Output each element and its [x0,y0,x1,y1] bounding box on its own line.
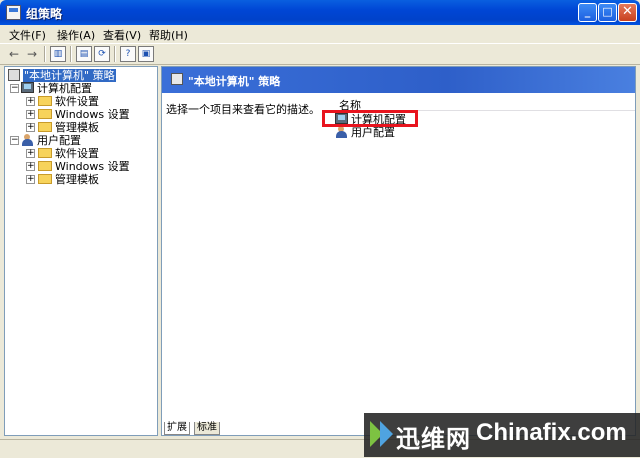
details-header: "本地计算机" 策略 [162,67,635,93]
menu-view[interactable]: 查看(V) [103,27,141,43]
tree-node-label: 软件设置 [55,147,99,160]
properties-icon[interactable]: ▤ [76,46,92,62]
watermark: 迅维网 Chinafix.com [364,413,640,457]
chinafix-logo-icon [370,421,394,447]
list-item-label: 用户配置 [351,126,395,139]
collapse-toggle[interactable]: − [10,84,19,93]
tree-node-computer-config[interactable]: 计算机配置 [21,82,92,95]
folder-icon [38,109,52,119]
toolbar-separator [114,46,116,62]
forward-arrow-icon[interactable]: → [24,46,40,62]
details-pane: "本地计算机" 策略 选择一个项目来查看它的描述。 名称 计算机配置 用户配置 [161,66,636,436]
folder-icon [38,122,52,132]
menu-help[interactable]: 帮助(H) [149,27,188,43]
tree-node-user-config[interactable]: 用户配置 [21,134,81,147]
policy-icon [171,73,183,85]
description-text: 选择一个项目来查看它的描述。 [166,103,320,116]
tree-node-label: 用户配置 [37,134,81,147]
tree-node-label: 管理模板 [55,173,99,186]
expand-toggle[interactable]: + [26,149,35,158]
menu-file[interactable]: 文件(F) [9,27,46,43]
tree-node-label: 管理模板 [55,121,99,134]
menu-action[interactable]: 操作(A) [57,27,95,43]
back-arrow-icon[interactable]: ← [6,46,22,62]
tab-standard[interactable]: 标准 [194,422,220,435]
window-title: 组策略 [26,7,63,21]
toolbar-separator [44,46,46,62]
group-policy-window: 组策略 _ □ ✕ 文件(F) 操作(A) 查看(V) 帮助(H) ← → ▥ … [0,0,640,457]
folder-icon [38,96,52,106]
tree-node-admin-templates[interactable]: 管理模板 [38,121,99,134]
user-icon [335,126,348,138]
tree-node-label: 软件设置 [55,95,99,108]
computer-icon [21,82,34,93]
column-header-name[interactable]: 名称 [334,96,635,112]
folder-icon [38,161,52,171]
expand-toggle[interactable]: + [26,110,35,119]
user-icon [21,134,34,146]
tree-node-admin-templates[interactable]: 管理模板 [38,173,99,186]
menu-bar: 文件(F) 操作(A) 查看(V) 帮助(H) [0,25,640,43]
tree-node-software-settings[interactable]: 软件设置 [38,95,99,108]
toolbar-separator [70,46,72,62]
tab-extended[interactable]: 扩展 [164,422,190,435]
watermark-en: Chinafix.com [476,419,627,446]
group-policy-app-icon [6,5,21,20]
tree-node-label: "本地计算机" 策略 [23,69,116,82]
expand-toggle[interactable]: + [26,97,35,106]
close-button[interactable]: ✕ [618,3,637,22]
folder-icon [38,174,52,184]
maximize-button[interactable]: □ [598,3,617,22]
help-icon[interactable]: ? [120,46,136,62]
toolbar: ← → ▥ ▤ ⟳ ? ▣ [0,43,640,65]
tree-node-label: Windows 设置 [55,160,130,173]
minimize-button[interactable]: _ [578,3,597,22]
collapse-toggle[interactable]: − [10,136,19,145]
tree-node-windows-settings[interactable]: Windows 设置 [38,108,130,121]
highlight-box [322,110,418,127]
watermark-cn: 迅维网 [396,425,471,453]
title-bar[interactable]: 组策略 _ □ ✕ [0,0,640,25]
policy-icon [8,69,20,81]
folder-icon [38,148,52,158]
tree-node-label: Windows 设置 [55,108,130,121]
view-icon[interactable]: ▣ [138,46,154,62]
expand-toggle[interactable]: + [26,123,35,132]
details-title: "本地计算机" 策略 [188,75,281,88]
tree-node-software-settings[interactable]: 软件设置 [38,147,99,160]
console-tree[interactable]: "本地计算机" 策略 − 计算机配置 + 软件设置 + Windows 设置 +… [4,66,158,436]
show-hide-tree-icon[interactable]: ▥ [50,46,66,62]
tree-node-windows-settings[interactable]: Windows 设置 [38,160,130,173]
expand-toggle[interactable]: + [26,162,35,171]
tree-node-label: 计算机配置 [37,82,92,95]
list-item-user-config[interactable]: 用户配置 [335,126,395,139]
refresh-icon[interactable]: ⟳ [94,46,110,62]
tree-node-local-policy[interactable]: "本地计算机" 策略 [8,69,116,82]
expand-toggle[interactable]: + [26,175,35,184]
